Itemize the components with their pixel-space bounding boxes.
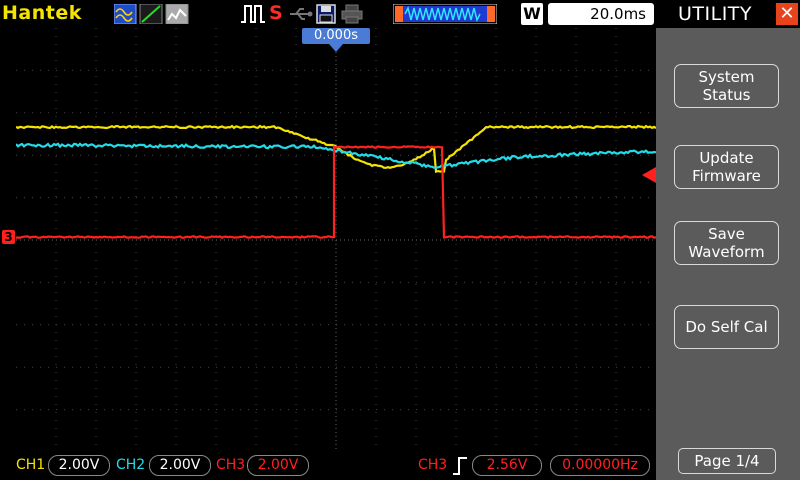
menu-title: UTILITY — [678, 3, 752, 25]
trigger-position-marker — [329, 44, 343, 52]
usb-icon — [288, 4, 314, 24]
trigger-level[interactable]: 2.56V — [472, 455, 542, 476]
self-cal-button[interactable]: Do Self Cal — [674, 305, 779, 349]
save-disk-icon[interactable] — [316, 4, 336, 24]
ch3-scale[interactable]: 2.00V — [247, 455, 309, 476]
trigger-source-label[interactable]: CH3 — [418, 457, 447, 473]
page-indicator-button[interactable]: Page 1/4 — [678, 448, 776, 474]
ch2-scale[interactable]: 2.00V — [149, 455, 211, 476]
ch1-label[interactable]: CH1 — [16, 457, 45, 473]
system-status-button[interactable]: System Status — [674, 64, 779, 108]
run-status: S — [269, 2, 283, 24]
ch3-label[interactable]: CH3 — [216, 457, 245, 473]
trigger-position-label[interactable]: 0.000s — [302, 28, 370, 44]
menu-header: UTILITY ✕ — [656, 0, 800, 28]
waveform-grid — [16, 28, 656, 452]
utility-menu-panel: UTILITY ✕ System Status Update Firmware … — [656, 0, 800, 480]
waveform-mode-icons[interactable] — [114, 4, 190, 24]
update-firmware-button[interactable]: Update Firmware — [674, 145, 779, 189]
pulse-trigger-icon[interactable] — [240, 4, 266, 24]
save-waveform-button[interactable]: Save Waveform — [674, 221, 779, 265]
channel-status-bar: CH1 2.00V CH2 2.00V CH3 2.00V CH3 2.56V … — [0, 452, 656, 480]
trigger-level-marker[interactable] — [642, 167, 656, 183]
printer-icon[interactable] — [341, 4, 363, 24]
ch3-ground-marker[interactable]: 3 — [2, 230, 15, 244]
memory-depth-icon — [393, 4, 497, 24]
timebase-readout[interactable]: 20.0ms — [548, 3, 654, 25]
rising-edge-icon[interactable] — [452, 456, 468, 476]
window-mode-badge[interactable]: W — [521, 3, 543, 25]
brand-logo: Hantek — [2, 2, 82, 24]
waveform-display[interactable] — [16, 28, 656, 452]
ch2-label[interactable]: CH2 — [116, 457, 145, 473]
close-icon[interactable]: ✕ — [776, 3, 798, 25]
top-status-bar: Hantek S W 20.0ms — [0, 0, 656, 28]
ch1-scale[interactable]: 2.00V — [48, 455, 110, 476]
trigger-frequency: 0.00000Hz — [550, 455, 650, 476]
